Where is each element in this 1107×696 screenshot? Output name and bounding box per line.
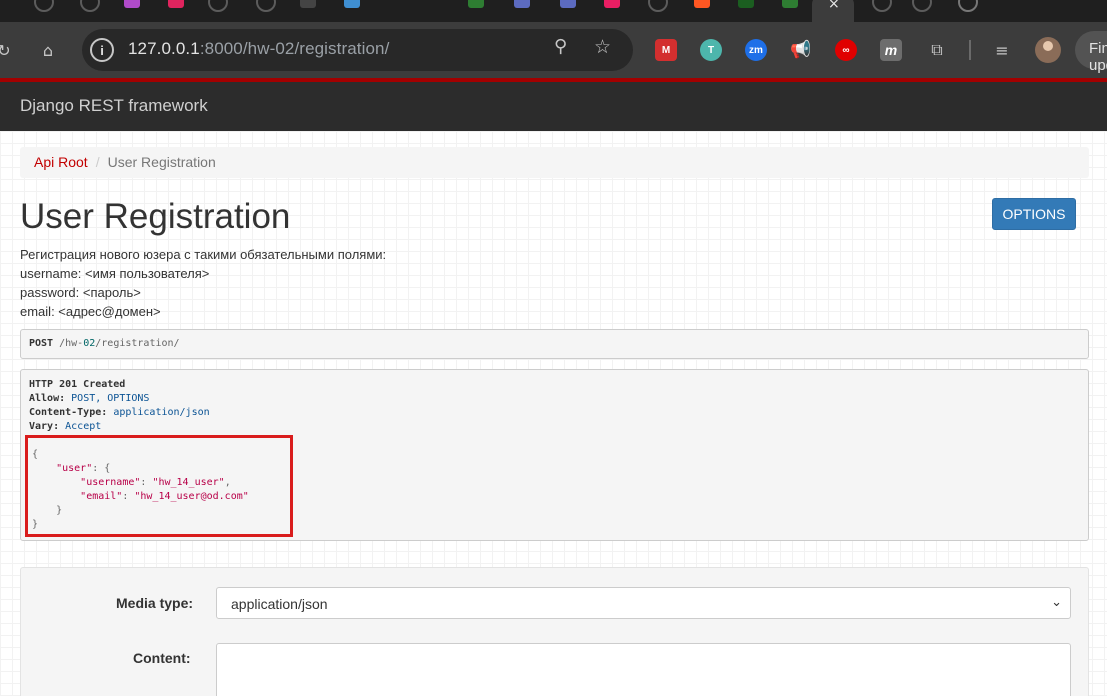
site-info-icon[interactable]: i	[90, 38, 114, 62]
content-textarea[interactable]	[216, 643, 1071, 696]
media-type-label: Media type:	[116, 595, 194, 611]
page-title: User Registration	[20, 197, 291, 236]
tab-favicon-icon[interactable]	[604, 0, 620, 8]
tab-favicon-icon[interactable]	[34, 0, 54, 12]
tab-favicon-icon[interactable]	[514, 0, 530, 8]
megaphone-extension-icon[interactable]: 📢	[790, 39, 812, 61]
mendeley-extension-icon[interactable]: M	[655, 39, 677, 61]
breadcrumb-current: User Registration	[107, 154, 216, 170]
options-button[interactable]: OPTIONS	[992, 198, 1076, 230]
endpoint-description: Регистрация нового юзера с такими обязат…	[20, 245, 386, 321]
chevron-down-icon: ⌄	[1051, 595, 1062, 610]
tab-favicon-icon[interactable]	[124, 0, 140, 8]
home-icon[interactable]: ⌂	[34, 36, 62, 64]
new-tab-icon[interactable]	[958, 0, 978, 12]
description-line: username: <имя пользователя>	[20, 266, 210, 281]
tab-favicon-icon[interactable]	[300, 0, 316, 8]
reading-list-icon[interactable]: ≡	[988, 36, 1016, 64]
raw-data-form: Media type: application/json ⌄ Content:	[20, 567, 1089, 696]
m-extension-icon[interactable]: m	[880, 39, 902, 61]
breadcrumb-separator: /	[95, 154, 100, 170]
t-extension-icon[interactable]: T	[700, 39, 722, 61]
response-info: HTTP 201 Created Allow: POST, OPTIONS Co…	[20, 369, 1089, 541]
page-content: Api Root / User Registration User Registra…	[0, 131, 1107, 696]
url-path: :8000/hw-02/registration/	[199, 39, 390, 58]
tab-favicon-icon[interactable]	[208, 0, 228, 12]
tab-close-icon[interactable]: ×	[828, 0, 840, 12]
drf-navbar: Django REST framework	[0, 82, 1107, 131]
tab-favicon-icon[interactable]	[738, 0, 754, 8]
address-bar[interactable]: i 127.0.0.1:8000/hw-02/registration/ ⚲ ☆	[82, 29, 633, 71]
finish-update-button[interactable]: Finish update	[1075, 31, 1107, 74]
response-header: Vary: Accept	[29, 421, 102, 432]
breadcrumb: Api Root / User Registration	[20, 147, 1089, 178]
tab-favicon-icon[interactable]	[168, 0, 184, 8]
browser-toolbar: ↻ ⌂ i 127.0.0.1:8000/hw-02/registration/…	[0, 22, 1107, 78]
description-line: Регистрация нового юзера с такими обязат…	[20, 247, 387, 262]
navbar-brand[interactable]: Django REST framework	[20, 96, 208, 116]
bookmark-star-icon[interactable]: ☆	[594, 36, 611, 58]
address-url[interactable]: 127.0.0.1:8000/hw-02/registration/	[128, 39, 389, 59]
tab-favicon-icon[interactable]	[256, 0, 276, 12]
reload-icon[interactable]: ↻	[0, 36, 18, 64]
tab-favicon-icon[interactable]	[912, 0, 932, 12]
tab-favicon-icon[interactable]	[782, 0, 798, 8]
response-status: HTTP 201 Created	[29, 379, 126, 390]
request-method: POST	[29, 338, 54, 349]
infinity-extension-icon[interactable]: ∞	[835, 39, 857, 61]
profile-avatar[interactable]	[1035, 37, 1061, 63]
response-body-highlight: { "user": { "username": "hw_14_user", "e…	[25, 435, 293, 537]
tab-favicon-icon[interactable]	[872, 0, 892, 12]
description-line: email: <адрес@домен>	[20, 304, 161, 319]
response-json-body: { "user": { "username": "hw_14_user", "e…	[32, 449, 249, 530]
toolbar-divider	[969, 40, 971, 60]
request-path: /hw-02/registration/	[59, 338, 180, 349]
description-line: password: <пароль>	[20, 285, 141, 300]
media-type-value: application/json	[231, 596, 328, 612]
content-label: Content:	[133, 650, 191, 666]
breadcrumb-api-root-link[interactable]: Api Root	[34, 154, 88, 170]
tab-favicon-icon[interactable]	[468, 0, 484, 8]
response-header: Allow: POST, OPTIONS	[29, 393, 150, 404]
browser-tab-strip: ×	[0, 0, 1107, 22]
tab-favicon-icon[interactable]	[560, 0, 576, 8]
tab-favicon-icon[interactable]	[80, 0, 100, 12]
tab-favicon-icon[interactable]	[694, 0, 710, 8]
response-header: Content-Type: application/json	[29, 407, 210, 418]
zoom-extension-icon[interactable]: zm	[745, 39, 767, 61]
url-host: 127.0.0.1	[128, 39, 200, 58]
extensions-puzzle-icon[interactable]: ⧉	[923, 36, 951, 64]
media-type-select[interactable]: application/json ⌄	[216, 587, 1071, 619]
request-info: POST /hw-02/registration/	[20, 329, 1089, 359]
zoom-icon[interactable]: ⚲	[554, 36, 567, 57]
tab-favicon-icon[interactable]	[344, 0, 360, 8]
tab-favicon-icon[interactable]	[648, 0, 668, 12]
